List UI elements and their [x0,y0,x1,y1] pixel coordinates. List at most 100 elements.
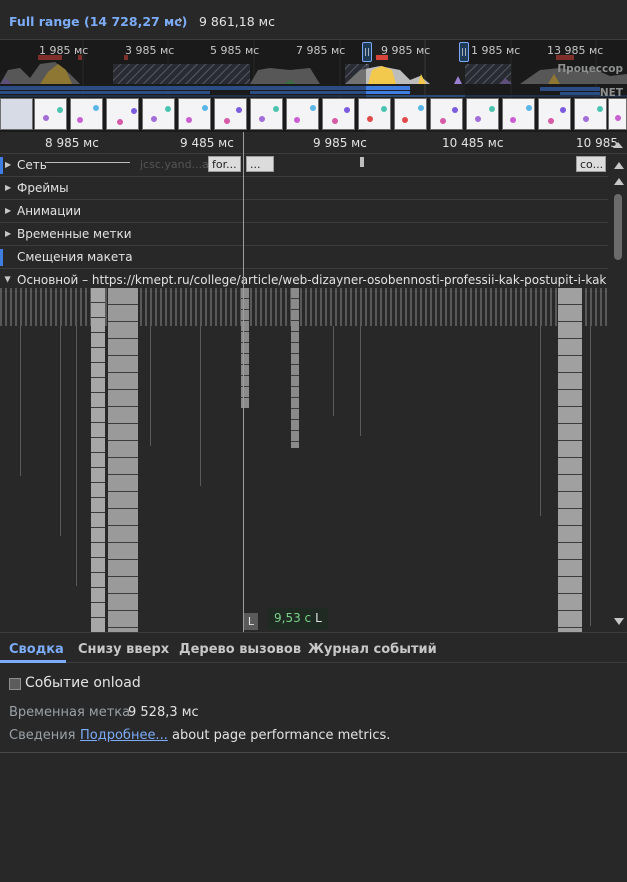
tab-event-log[interactable]: Журнал событий [308,642,437,657]
screenshot-thumb[interactable] [34,98,67,130]
scroll-up-icon[interactable] [614,162,624,169]
network-request-chip[interactable]: for... [208,156,241,172]
range-handle-right[interactable]: || [459,42,469,62]
screenshot-thumb[interactable] [214,98,247,130]
expand-arrow-icon[interactable]: ▶ [5,206,11,215]
track-label: Временные метки [17,227,132,241]
ruler-tick: 10 485 мс [442,136,504,150]
screenshot-thumb[interactable] [466,98,499,130]
expand-arrow-icon[interactable]: ▶ [5,229,11,238]
info-value: Подробнее... about page performance metr… [80,728,390,743]
track-marker [0,249,3,266]
screenshot-thumb[interactable] [538,98,571,130]
timestamp-label: Временная метка [9,705,131,720]
breadcrumb-current-range[interactable]: 9 861,18 мс [199,14,275,29]
time-ruler: 8 985 мс 9 485 мс 9 985 мс 10 485 мс 10 … [0,132,627,154]
scroll-up-icon[interactable] [611,140,625,150]
tab-summary[interactable]: Сводка [9,642,64,657]
flame-thin [333,326,334,416]
flame-thin [540,326,541,516]
cpu-label: Процессор [557,63,623,75]
screenshot-thumb[interactable] [574,98,607,130]
event-color-swatch [9,678,21,690]
screenshot-thumb[interactable] [394,98,427,130]
track-label: Основной – https://kmept.ru/college/arti… [17,273,607,287]
overview-tick: 3 985 мс [125,44,175,57]
details-panel: Сводка Снизу вверх Дерево вызовов Журнал… [0,632,627,882]
track-marker [0,157,3,174]
onload-marker-box[interactable]: L [244,613,258,630]
flame-column[interactable] [91,288,105,632]
screenshot-thumb[interactable] [250,98,283,130]
scroll-down-icon[interactable] [614,618,624,625]
flame-thin [76,326,77,586]
onload-marker-time: 9,53 с [274,611,312,625]
active-tab-indicator [0,660,66,663]
info-text: about page performance metrics. [167,728,391,743]
flame-thin [200,326,201,486]
screenshot-thumb[interactable] [358,98,391,130]
network-request-line [45,162,130,163]
network-request-chip[interactable]: ... [246,156,274,172]
screenshot-thumb[interactable] [70,98,103,130]
screenshot-thumb[interactable] [502,98,535,130]
flame-thin [60,326,61,536]
screenshot-thumb[interactable] [106,98,139,130]
flame-column[interactable] [108,288,138,632]
ruler-tick: 9 985 мс [313,136,367,150]
tab-call-tree[interactable]: Дерево вызовов [179,642,301,657]
track-label: Сеть [17,158,47,172]
onload-marker-line [243,132,244,632]
screenshot-thumb[interactable] [322,98,355,130]
breadcrumb: Full range (14 728,27 мс) › 9 861,18 мс [0,0,627,40]
info-label: Сведения [9,728,76,743]
flame-column[interactable] [558,288,582,632]
screenshot-thumb[interactable] [608,98,627,130]
flame-thin [590,326,591,626]
track-layout-shifts[interactable]: Смещения макета [0,246,608,269]
timeline-tracks[interactable]: ▶ Сеть jcsc.yand...ac for... ... co... ▶… [0,154,610,632]
flame-thin [150,326,151,446]
network-request-chip[interactable]: co... [576,156,606,172]
track-timings[interactable]: ▶ Временные метки [0,223,608,246]
track-network[interactable]: ▶ Сеть jcsc.yand...ac for... ... co... [0,154,608,177]
screenshot-thumb[interactable] [142,98,175,130]
collapse-arrow-icon[interactable]: ▶ [4,276,13,282]
screenshot-thumb[interactable] [178,98,211,130]
breadcrumb-chevron-icon: › [178,13,183,27]
details-tabs: Сводка Снизу вверх Дерево вызовов Журнал… [0,633,627,663]
track-label: Смещения макета [17,250,133,264]
overview-tick: 1 985 мс [471,44,521,57]
tab-bottom-up[interactable]: Снизу вверх [78,642,169,657]
track-label: Анимации [17,204,82,218]
screenshot-thumb[interactable] [286,98,319,130]
screenshot-thumb[interactable] [430,98,463,130]
timeline-overview[interactable]: 1 985 мс 3 985 мс 5 985 мс 7 985 мс 9 98… [0,40,627,132]
range-handle-left[interactable]: || [362,42,372,62]
tracks-scrollbar[interactable] [610,154,627,632]
onload-marker-label[interactable]: 9,53 сL [268,608,328,630]
onload-marker-letter: L [315,611,322,625]
flame-thin [20,326,21,476]
track-animations[interactable]: ▶ Анимации [0,200,608,223]
event-title: Событие onload [25,675,141,691]
track-frames[interactable]: ▶ Фреймы [0,177,608,200]
track-label: Фреймы [17,181,69,195]
overview-tick: 13 985 мс [547,44,604,57]
overview-tick: 9 985 мс [381,44,431,57]
expand-arrow-icon[interactable]: ▶ [5,160,11,169]
overview-tick: 7 985 мс [296,44,346,57]
breadcrumb-full-range[interactable]: Full range (14 728,27 мс) [9,14,187,29]
network-request-faded: jcsc.yand...ac [140,158,215,171]
scrollbar-thumb[interactable] [614,194,622,260]
overview-tick: 1 985 мс [39,44,89,57]
main-thread-flame-chart[interactable] [0,288,608,632]
ruler-tick: 8 985 мс [45,136,99,150]
flame-column[interactable] [291,288,299,448]
screenshot-thumb[interactable] [0,98,33,130]
scroll-up-icon[interactable] [614,178,624,185]
expand-arrow-icon[interactable]: ▶ [5,183,11,192]
flame-thin [360,326,361,436]
overview-tick: 5 985 мс [210,44,260,57]
learn-more-link[interactable]: Подробнее... [80,728,168,743]
